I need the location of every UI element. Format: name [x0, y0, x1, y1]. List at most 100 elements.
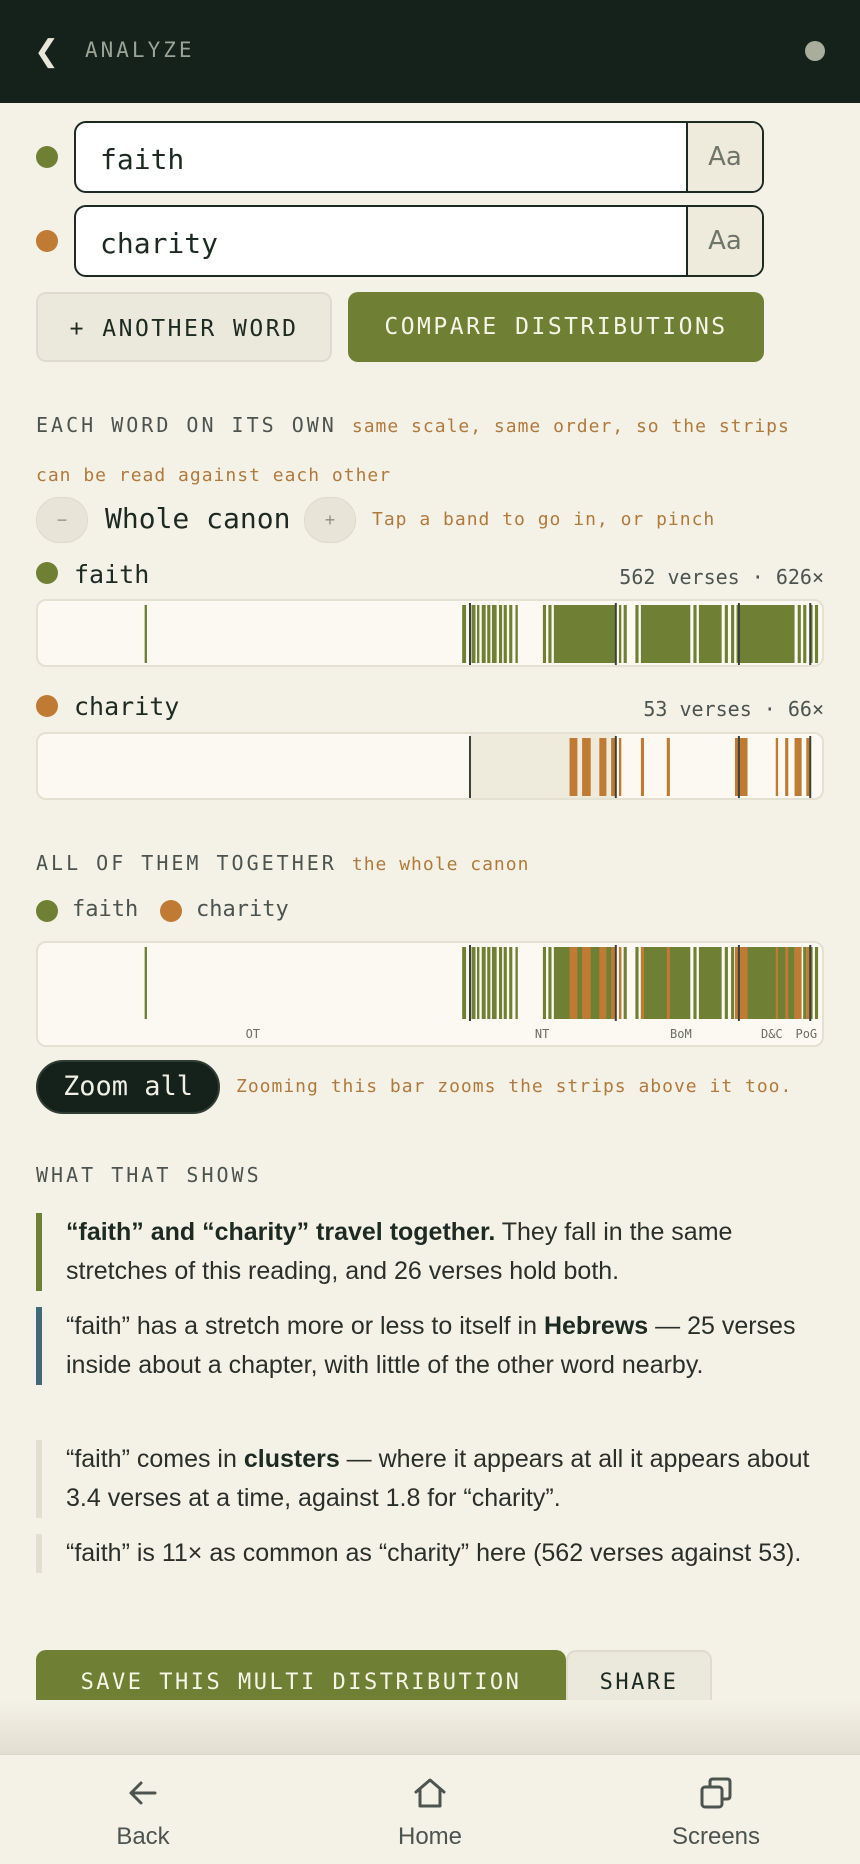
nav-home[interactable]: Home — [350, 1755, 510, 1864]
charity-mark — [599, 738, 607, 796]
charity-mark — [569, 738, 578, 796]
finding-text: “faith” has a stretch more or less to it… — [66, 1312, 544, 1340]
section-label: NT — [535, 1027, 549, 1041]
faith-color-dot — [36, 146, 58, 168]
faith-distribution-strip[interactable] — [36, 599, 824, 667]
nav-back[interactable]: Back — [63, 1755, 223, 1864]
faith-mark — [498, 605, 503, 663]
case-sensitive-toggle[interactable]: Aa — [686, 207, 762, 275]
charity-mark — [734, 738, 748, 796]
nav-screens[interactable]: Screens — [636, 1755, 796, 1864]
faith-mark — [487, 947, 491, 1019]
faith-mark — [462, 947, 467, 1019]
section-label: PoG — [795, 1027, 817, 1041]
home-icon — [414, 1778, 446, 1808]
faith-mark — [481, 947, 486, 1019]
faith-mark — [548, 605, 552, 663]
charity-mark — [806, 738, 810, 796]
faith-mark — [640, 947, 691, 1019]
section-note: same scale, same order, so the strips — [351, 416, 790, 437]
faith-mark — [623, 605, 627, 663]
section-divider — [737, 603, 740, 665]
charity-mark — [611, 947, 616, 1019]
legend-charity-dot — [160, 900, 182, 922]
faith-mark — [144, 947, 147, 1019]
charity-distribution-strip[interactable] — [36, 732, 824, 800]
section-divider — [809, 736, 812, 798]
faith-mark — [481, 605, 486, 663]
faith-mark — [542, 605, 547, 663]
faith-mark — [553, 605, 616, 663]
section-divider — [737, 945, 740, 1021]
finding-strong: clusters — [243, 1445, 340, 1473]
charity-mark — [640, 738, 645, 796]
page-title: ANALYZE — [85, 38, 195, 62]
legend-faith-dot — [36, 900, 58, 922]
word-row-1: faith Aa — [0, 121, 860, 193]
finding-strong: “faith” and “charity” travel together. — [66, 1218, 496, 1246]
faith-mark — [515, 947, 518, 1019]
word-input-value[interactable]: charity — [100, 227, 218, 260]
each-word-heading: EACH WORD ON ITS OWN same scale, same or… — [36, 413, 790, 437]
compare-distributions-button[interactable]: COMPARE DISTRIBUTIONS — [348, 292, 764, 362]
faith-mark — [491, 947, 497, 1019]
faith-mark — [693, 605, 697, 663]
charity-mark — [775, 738, 779, 796]
add-word-button[interactable]: + ANOTHER WORD — [36, 292, 332, 362]
combined-distribution-bar[interactable]: OT NT BoM D&C PoG — [36, 941, 824, 1047]
range-label: Whole canon — [105, 502, 291, 535]
faith-mark — [814, 947, 819, 1019]
case-sensitive-toggle[interactable]: Aa — [686, 123, 762, 191]
faith-mark — [503, 605, 507, 663]
section-heading-text: ALL OF THEM TOGETHER — [36, 851, 337, 875]
charity-mark — [611, 738, 616, 796]
section-divider — [614, 945, 617, 1021]
charity-mark — [666, 738, 670, 796]
faith-mark — [503, 947, 507, 1019]
nt-highlight-band — [469, 734, 616, 798]
section-divider — [468, 603, 471, 665]
faith-mark — [498, 947, 503, 1019]
charity-mark — [618, 947, 622, 1019]
faith-mark — [491, 605, 497, 663]
faith-mark — [731, 947, 735, 1019]
faith-mark — [548, 947, 552, 1019]
charity-series-label: charity — [74, 692, 180, 721]
charity-color-dot — [36, 230, 58, 252]
section-label: D&C — [761, 1027, 783, 1041]
section-heading-text: EACH WORD ON ITS OWN — [36, 413, 337, 437]
faith-mark — [803, 605, 807, 663]
zoom-out-button[interactable]: − — [36, 497, 88, 543]
nav-label: Back — [116, 1823, 170, 1850]
top-bar: ❮ ANALYZE — [0, 0, 860, 103]
faith-mark — [693, 947, 697, 1019]
zoom-in-button[interactable]: + — [304, 497, 356, 543]
faith-mark — [487, 605, 491, 663]
findings-heading: WHAT THAT SHOWS — [36, 1163, 262, 1187]
together-heading: ALL OF THEM TOGETHER the whole canon — [36, 851, 529, 875]
word-input-2[interactable]: charity Aa — [74, 205, 764, 277]
section-label: BoM — [670, 1027, 692, 1041]
legend-charity-label: charity — [196, 897, 289, 922]
finding-text: “faith” is 11× as common as “charity” he… — [66, 1539, 802, 1567]
zoom-all-button[interactable]: Zoom all — [36, 1060, 220, 1114]
faith-series-stat: 562 verses · 626× — [619, 565, 824, 589]
charity-mark — [785, 947, 789, 1019]
section-note: the whole canon — [351, 854, 530, 875]
faith-mark — [797, 605, 801, 663]
faith-mark — [731, 605, 735, 663]
section-divider — [468, 736, 471, 798]
faith-mark — [736, 605, 795, 663]
word-input-1[interactable]: faith Aa — [74, 121, 764, 193]
faith-series-dot — [36, 562, 58, 584]
section-divider — [614, 603, 617, 665]
charity-mark — [582, 738, 591, 796]
faith-mark — [623, 947, 627, 1019]
chevron-left-icon[interactable]: ❮ — [34, 34, 59, 69]
finding-accent-bar — [36, 1534, 42, 1573]
section-divider — [468, 945, 471, 1021]
section-divider — [809, 945, 812, 1021]
word-input-value[interactable]: faith — [100, 143, 184, 176]
faith-mark — [542, 947, 547, 1019]
faith-mark — [803, 947, 807, 1019]
